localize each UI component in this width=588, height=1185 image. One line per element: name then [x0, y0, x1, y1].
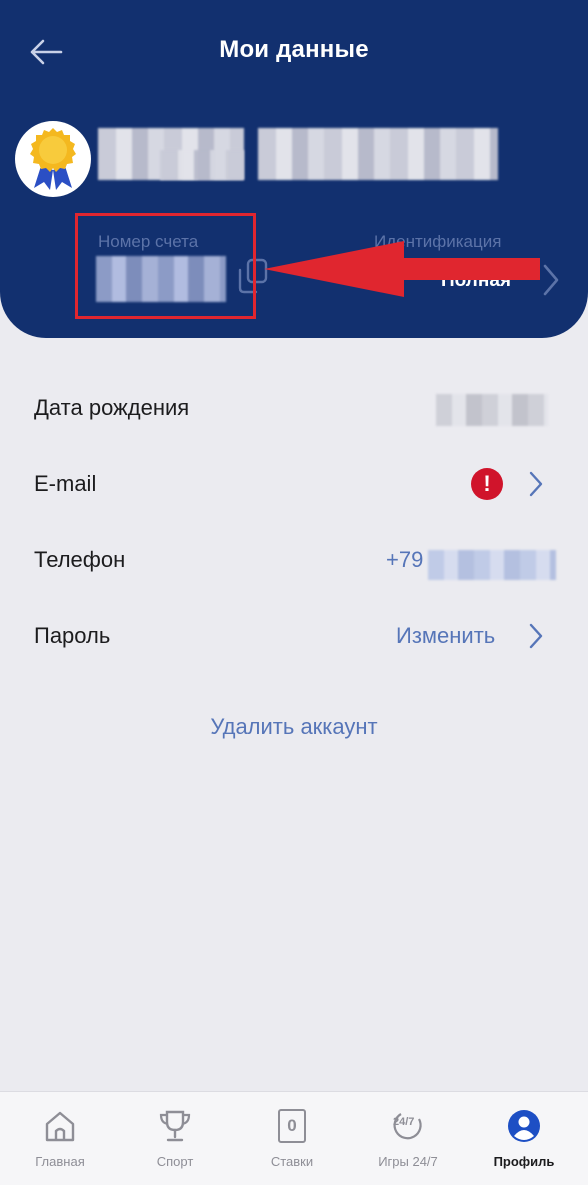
phone-value-hidden [428, 550, 556, 580]
trophy-icon [159, 1110, 191, 1142]
profile-icon [508, 1110, 540, 1142]
phone-value-prefix: +79 [386, 547, 424, 572]
identification-chevron-icon[interactable] [540, 262, 562, 298]
birth-date-label: Дата рождения [34, 395, 190, 420]
games-icon-text: 24/7 [393, 1116, 415, 1128]
alert-icon: ! [471, 468, 503, 500]
email-label: E-mail [34, 471, 97, 496]
change-password-link[interactable]: Изменить [396, 623, 495, 649]
password-row[interactable]: Пароль Изменить [0, 606, 588, 666]
tab-games[interactable]: 24/7 Игры 24/7 [358, 1092, 458, 1185]
annotation-arrow-icon [264, 241, 540, 297]
password-chevron-icon [529, 623, 543, 649]
tab-profile[interactable]: Профиль [474, 1092, 574, 1185]
tab-home-label: Главная [35, 1154, 85, 1169]
games-24-7-icon: 24/7 [391, 1109, 425, 1143]
tab-bets-label: Ставки [270, 1154, 314, 1169]
tab-games-label: Игры 24/7 [378, 1154, 438, 1169]
email-chevron-icon [529, 471, 543, 497]
page-title: Мои данные [219, 36, 369, 63]
phone-label: Телефон [34, 547, 126, 572]
tab-bets[interactable]: 0 Ставки [242, 1092, 342, 1185]
bets-count-badge: 0 [287, 1116, 297, 1135]
home-icon [45, 1111, 75, 1142]
password-label: Пароль [34, 623, 111, 648]
birth-date-value-hidden [436, 394, 548, 426]
bet-slip-icon: 0 [278, 1109, 306, 1143]
hidden-name-fragment [160, 150, 244, 180]
bottom-tab-bar: Главная Спорт 0 Ставки 24/7 Игры 24/7 Пр… [0, 1091, 588, 1185]
annotation-highlight-box [75, 213, 256, 319]
tab-sport-label: Спорт [156, 1154, 194, 1169]
tab-sport[interactable]: Спорт [125, 1092, 225, 1185]
birth-date-row: Дата рождения [0, 378, 588, 438]
hidden-user-surname [258, 128, 498, 180]
medal-icon [30, 128, 76, 190]
avatar [15, 121, 91, 197]
tab-home[interactable]: Главная [10, 1092, 110, 1185]
tab-profile-label: Профиль [493, 1154, 555, 1169]
email-row[interactable]: E-mail ! [0, 454, 588, 514]
delete-account-link[interactable]: Удалить аккаунт [0, 714, 588, 740]
